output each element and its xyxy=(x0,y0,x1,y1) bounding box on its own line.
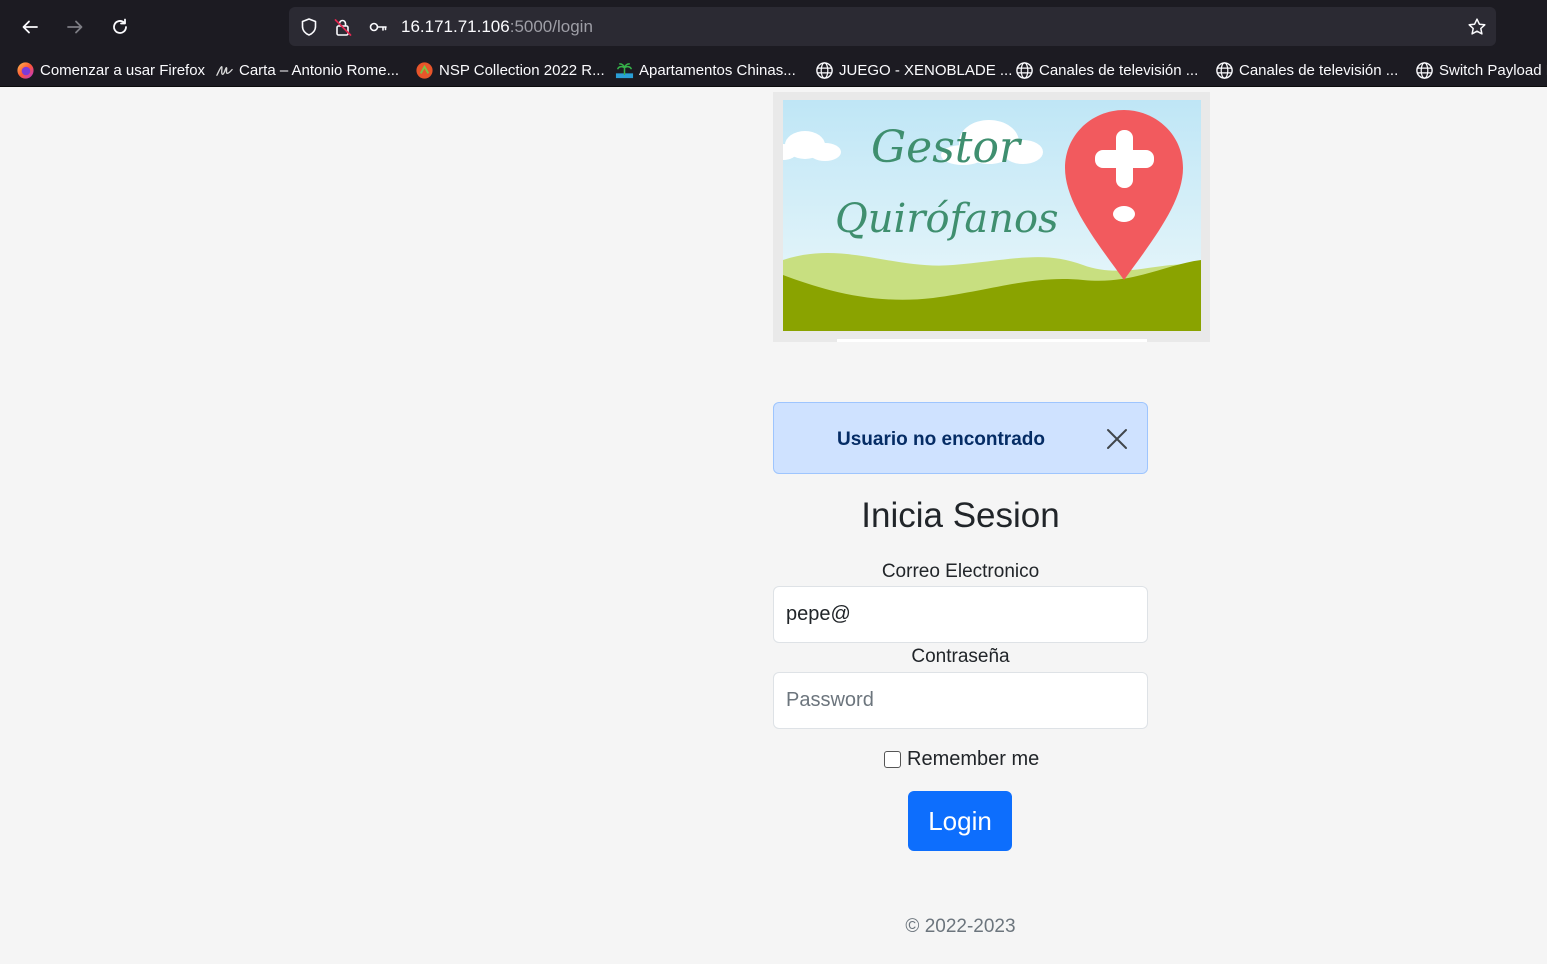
globe-icon xyxy=(1415,61,1434,80)
bookmarks-toolbar: Comenzar a usar Firefox Carta – Antonio … xyxy=(0,53,1547,87)
alert-message: Usuario no encontrado xyxy=(837,429,1045,450)
bookmark-item[interactable]: Canales de televisión ... xyxy=(1015,60,1198,80)
error-alert: Usuario no encontrado xyxy=(773,402,1148,474)
globe-icon xyxy=(1215,61,1234,80)
reload-icon xyxy=(113,18,127,34)
globe-icon xyxy=(815,61,834,80)
password-label: Contraseña xyxy=(911,646,1010,667)
email-field[interactable] xyxy=(773,586,1148,643)
alert-close-button[interactable] xyxy=(1101,423,1133,455)
url-text[interactable]: 16.171.71.106:5000/login xyxy=(401,17,593,37)
address-bar[interactable]: 16.171.71.106:5000/login xyxy=(289,7,1496,46)
forward-arrow-icon xyxy=(67,20,83,34)
bookmark-label: Canales de televisión ... xyxy=(1239,61,1399,79)
logo-title-line1: Gestor xyxy=(871,122,1023,173)
bookmark-label: Apartamentos Chinas... xyxy=(639,61,796,79)
bookmark-item[interactable]: NSP Collection 2022 R... xyxy=(415,60,605,80)
remember-me[interactable]: Remember me xyxy=(884,748,1039,770)
back-button[interactable] xyxy=(14,11,46,43)
bookmark-label: Carta – Antonio Rome... xyxy=(239,61,400,79)
globe-icon xyxy=(1015,61,1034,80)
page-title: Inicia Sesion xyxy=(861,496,1060,535)
gestor-quirofanos-logo: Gestor Quirófanos xyxy=(783,100,1201,331)
palm-icon xyxy=(615,61,634,80)
banner-divider xyxy=(837,339,1147,342)
firefox-icon xyxy=(16,61,35,80)
bookmark-star-icon[interactable] xyxy=(1466,16,1488,38)
remember-me-checkbox[interactable] xyxy=(884,750,901,768)
logo-title-line2: Quirófanos xyxy=(835,196,1059,242)
nsp-icon xyxy=(415,61,434,80)
bookmark-item[interactable]: Canales de televisión ... xyxy=(1215,60,1398,80)
reload-button[interactable] xyxy=(104,11,136,43)
bookmark-item[interactable]: Carta – Antonio Rome... xyxy=(215,60,399,80)
email-label: Correo Electronico xyxy=(881,561,1040,582)
bookmark-item[interactable]: Apartamentos Chinas... xyxy=(615,60,796,80)
bookmark-label: Comenzar a usar Firefox xyxy=(40,61,206,79)
bookmark-label: Canales de televisión ... xyxy=(1039,61,1199,79)
footer-copyright: © 2022-2023 xyxy=(905,916,1016,937)
bookmark-item[interactable]: Switch Payload L xyxy=(1415,60,1547,80)
url-path: :5000/login xyxy=(509,17,593,36)
bookmark-label: NSP Collection 2022 R... xyxy=(439,61,605,79)
url-host: 16.171.71.106 xyxy=(401,17,510,36)
insecure-lock-icon[interactable] xyxy=(332,16,354,38)
close-icon xyxy=(1107,429,1127,449)
signature-icon xyxy=(215,61,234,80)
browser-toolbar: 16.171.71.106:5000/login xyxy=(0,0,1547,53)
password-field[interactable] xyxy=(773,672,1148,729)
bookmark-item[interactable]: Comenzar a usar Firefox xyxy=(16,60,205,80)
back-arrow-icon xyxy=(22,20,38,34)
app-logo-banner: Gestor Quirófanos xyxy=(773,92,1210,342)
forward-button[interactable] xyxy=(59,11,91,43)
login-button[interactable]: Login xyxy=(908,791,1012,851)
tracking-shield-icon[interactable] xyxy=(298,16,320,38)
bookmark-label: JUEGO - XENOBLADE ... xyxy=(839,61,1013,79)
bookmark-item[interactable]: JUEGO - XENOBLADE ... xyxy=(815,60,1012,80)
saved-password-key-icon[interactable] xyxy=(367,16,389,38)
remember-me-label: Remember me xyxy=(907,747,1040,770)
bookmark-label: Switch Payload L xyxy=(1439,61,1547,79)
